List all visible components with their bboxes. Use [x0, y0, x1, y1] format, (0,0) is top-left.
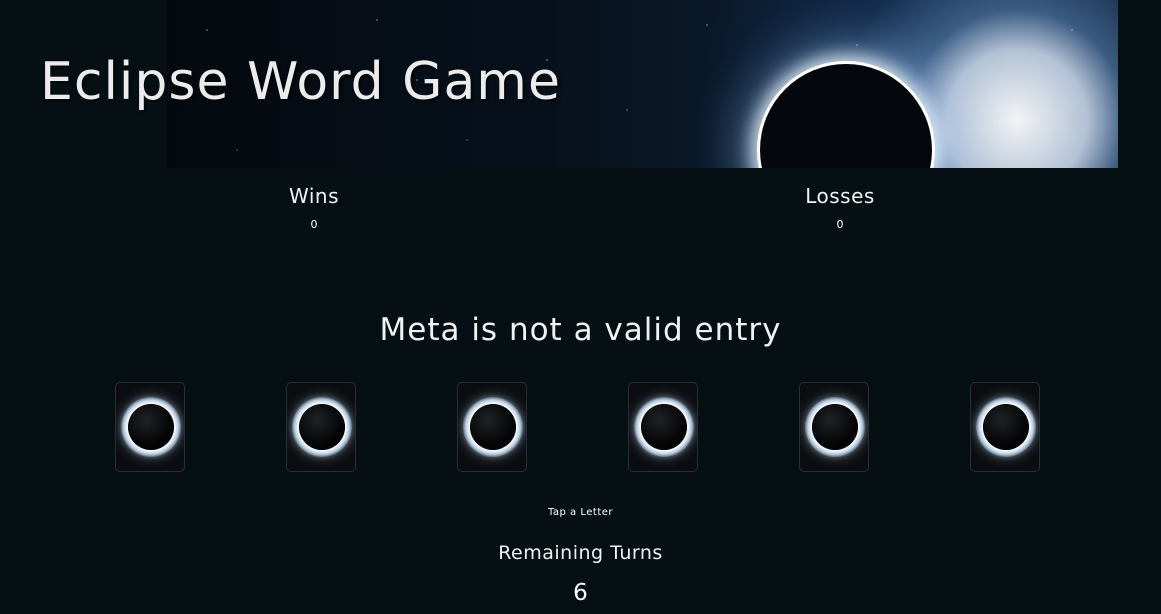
losses-label: Losses — [805, 184, 875, 208]
letter-tile[interactable] — [970, 382, 1040, 472]
letter-tile[interactable] — [286, 382, 356, 472]
wins-value: 0 — [310, 218, 318, 231]
letter-tiles — [0, 382, 1161, 474]
eclipse-icon — [812, 404, 858, 450]
letter-tile[interactable] — [628, 382, 698, 472]
status-message: Meta is not a valid entry — [379, 312, 782, 348]
wins-label: Wins — [289, 184, 339, 208]
remaining-turns-value: 6 — [573, 580, 588, 606]
losses-counter: Losses 0 — [740, 184, 940, 231]
page-title: Eclipse Word Game — [40, 52, 561, 112]
losses-value: 0 — [836, 218, 844, 231]
remaining-turns-label: Remaining Turns — [498, 542, 663, 564]
letter-tile[interactable] — [457, 382, 527, 472]
letter-tile[interactable] — [799, 382, 869, 472]
letter-tile[interactable] — [115, 382, 185, 472]
eclipse-icon — [299, 404, 345, 450]
eclipse-icon — [128, 404, 174, 450]
wins-counter: Wins 0 — [214, 184, 414, 231]
tap-letter-hint: Tap a Letter — [547, 507, 614, 518]
eclipse-icon — [470, 404, 516, 450]
eclipse-icon — [983, 404, 1029, 450]
eclipse-icon — [641, 404, 687, 450]
game-page: Eclipse Word Game Wins 0 Losses 0 Meta i… — [0, 0, 1161, 614]
